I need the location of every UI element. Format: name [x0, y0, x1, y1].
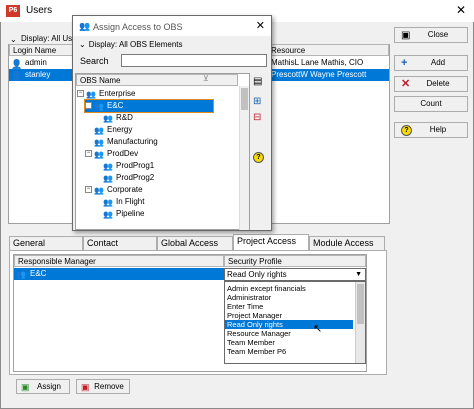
dropdown-scrollbar[interactable]	[355, 282, 365, 363]
remove-icon: ▣	[81, 382, 90, 392]
login-cell: admin	[25, 58, 47, 67]
security-profile-dropdown[interactable]: Admin except financials Administrator En…	[224, 281, 366, 364]
dropdown-arrow-icon: ▼	[355, 271, 362, 278]
scrollbar-thumb[interactable]	[357, 284, 364, 324]
obs-node-icon: 👥	[94, 138, 104, 148]
obs-node-icon: 👥	[94, 150, 104, 160]
remove-obs-icon[interactable]: ⊟	[253, 112, 261, 123]
tree-node-pipeline[interactable]: 👥 Pipeline	[103, 208, 144, 220]
tab-contact[interactable]: Contact	[83, 236, 157, 250]
help-icon[interactable]: ?	[253, 152, 264, 163]
col-resource[interactable]: Resource	[267, 44, 389, 56]
obs-node-icon: 👥	[94, 186, 104, 196]
tree-node-prodprog1[interactable]: 👥 ProdProg1	[103, 160, 154, 172]
login-cell: stanley	[25, 70, 51, 79]
obs-node-icon: 👥	[103, 114, 113, 124]
tree-node-manufacturing[interactable]: 👥 Manufacturing	[94, 136, 158, 148]
col-obs-name[interactable]: OBS Name	[76, 74, 238, 86]
chevron-down-icon: ⌄	[79, 40, 86, 49]
obs-node-icon: 👥	[16, 270, 26, 279]
mouse-cursor-icon: ↖	[313, 323, 323, 335]
list-item[interactable]: Team Member	[225, 338, 353, 347]
list-item[interactable]: Resource Manager	[225, 329, 353, 338]
obs-dialog-icon: 👥	[79, 21, 91, 31]
add-button[interactable]: + Add	[394, 55, 468, 71]
tree-node-corporate[interactable]: − 👥 Corporate	[85, 184, 143, 196]
security-profile-select[interactable]: Read Only rights ▼	[224, 268, 366, 281]
users-display-label: Display: All Us	[21, 34, 73, 43]
list-item[interactable]: Admin except financials	[225, 284, 353, 293]
tree-node-in-flight[interactable]: 👥 In Flight	[103, 196, 144, 208]
resource-cell: MathisL Lane Mathis, CIO	[271, 58, 364, 67]
user-icon: 👤	[11, 71, 23, 81]
chevron-down-icon: ⌄	[10, 35, 17, 45]
close-window-icon: ▣	[401, 30, 411, 41]
count-button[interactable]: Count	[394, 96, 468, 112]
help-icon: ?	[401, 125, 412, 136]
help-button[interactable]: ? Help	[394, 122, 468, 138]
obs-node-icon: 👥	[103, 174, 113, 184]
assign-icon: ▣	[21, 382, 30, 392]
collapse-icon[interactable]: −	[77, 90, 84, 98]
close-button[interactable]: ▣ Close	[394, 27, 468, 43]
tree-scrollbar[interactable]	[239, 86, 249, 230]
obs-display-label: Display: All OBS Elements	[88, 40, 183, 49]
obs-node-icon: 👥	[86, 90, 96, 100]
tree-node-rd[interactable]: 👥 R&D	[103, 112, 133, 124]
filter-icon[interactable]: ⊻	[203, 74, 209, 83]
tab-module-access[interactable]: Module Access	[309, 236, 385, 250]
col-responsible-manager[interactable]: Responsible Manager	[14, 255, 224, 267]
window-close-icon[interactable]: ✕	[456, 3, 466, 17]
table-row-selected[interactable]: 👥 E&C	[14, 268, 224, 280]
delete-x-icon: ✕	[401, 78, 411, 90]
list-item[interactable]: Team Member P6	[225, 347, 353, 356]
tree-node-enterprise[interactable]: − 👥 Enterprise	[77, 88, 135, 100]
assign-obs-icon[interactable]: ▤	[253, 76, 262, 87]
obs-node-icon: 👥	[103, 198, 113, 208]
app-logo: P6	[6, 5, 20, 17]
assign-obs-dialog: 👥 Assign Access to OBS ✕ ⌄ Display: All O…	[72, 15, 272, 231]
list-item-highlighted[interactable]: Read Only rights	[225, 320, 353, 329]
user-icon: 👤	[11, 59, 23, 69]
list-item[interactable]: Administrator	[225, 293, 353, 302]
list-item[interactable]: Enter Time	[225, 302, 353, 311]
obs-node-icon: 👥	[94, 102, 104, 112]
tree-node-energy[interactable]: 👥 Energy	[94, 124, 132, 136]
collapse-icon[interactable]: −	[85, 150, 92, 158]
obs-node-icon: 👥	[103, 210, 113, 220]
resource-cell: PrescottW Wayne Prescott	[271, 70, 367, 79]
assign-button[interactable]: ▣ Assign	[16, 379, 70, 394]
window-title: Users	[26, 5, 53, 16]
tab-project-access[interactable]: Project Access	[233, 234, 309, 250]
dialog-close-icon[interactable]: ✕	[256, 19, 265, 32]
collapse-icon[interactable]: −	[85, 186, 92, 194]
tab-general[interactable]: General	[9, 236, 83, 250]
delete-button[interactable]: ✕ Delete	[394, 76, 468, 92]
tab-global-access[interactable]: Global Access	[157, 236, 233, 250]
obs-node-icon: 👥	[94, 126, 104, 136]
tree-node-proddev[interactable]: − 👥 ProdDev	[85, 148, 138, 160]
plus-icon: +	[401, 57, 408, 69]
security-profile-value: Read Only rights	[227, 270, 287, 279]
manager-cell: E&C	[30, 269, 47, 278]
dialog-title: Assign Access to OBS	[93, 22, 183, 32]
obs-display-bar[interactable]: ⌄ Display: All OBS Elements	[79, 39, 269, 51]
tree-node-prodprog2[interactable]: 👥 ProdProg2	[103, 172, 154, 184]
scrollbar-thumb[interactable]	[241, 88, 248, 110]
tree-node-ec[interactable]: − 👥 E&C	[84, 99, 214, 113]
remove-button[interactable]: ▣ Remove	[76, 379, 130, 394]
list-item[interactable]: Project Manager	[225, 311, 353, 320]
search-label: Search	[80, 56, 109, 66]
col-security-profile[interactable]: Security Profile	[224, 255, 366, 267]
collapse-icon[interactable]: −	[85, 102, 92, 110]
search-input[interactable]	[121, 54, 267, 67]
obs-node-icon: 👥	[103, 162, 113, 172]
add-obs-icon[interactable]: ⊞	[253, 96, 261, 107]
